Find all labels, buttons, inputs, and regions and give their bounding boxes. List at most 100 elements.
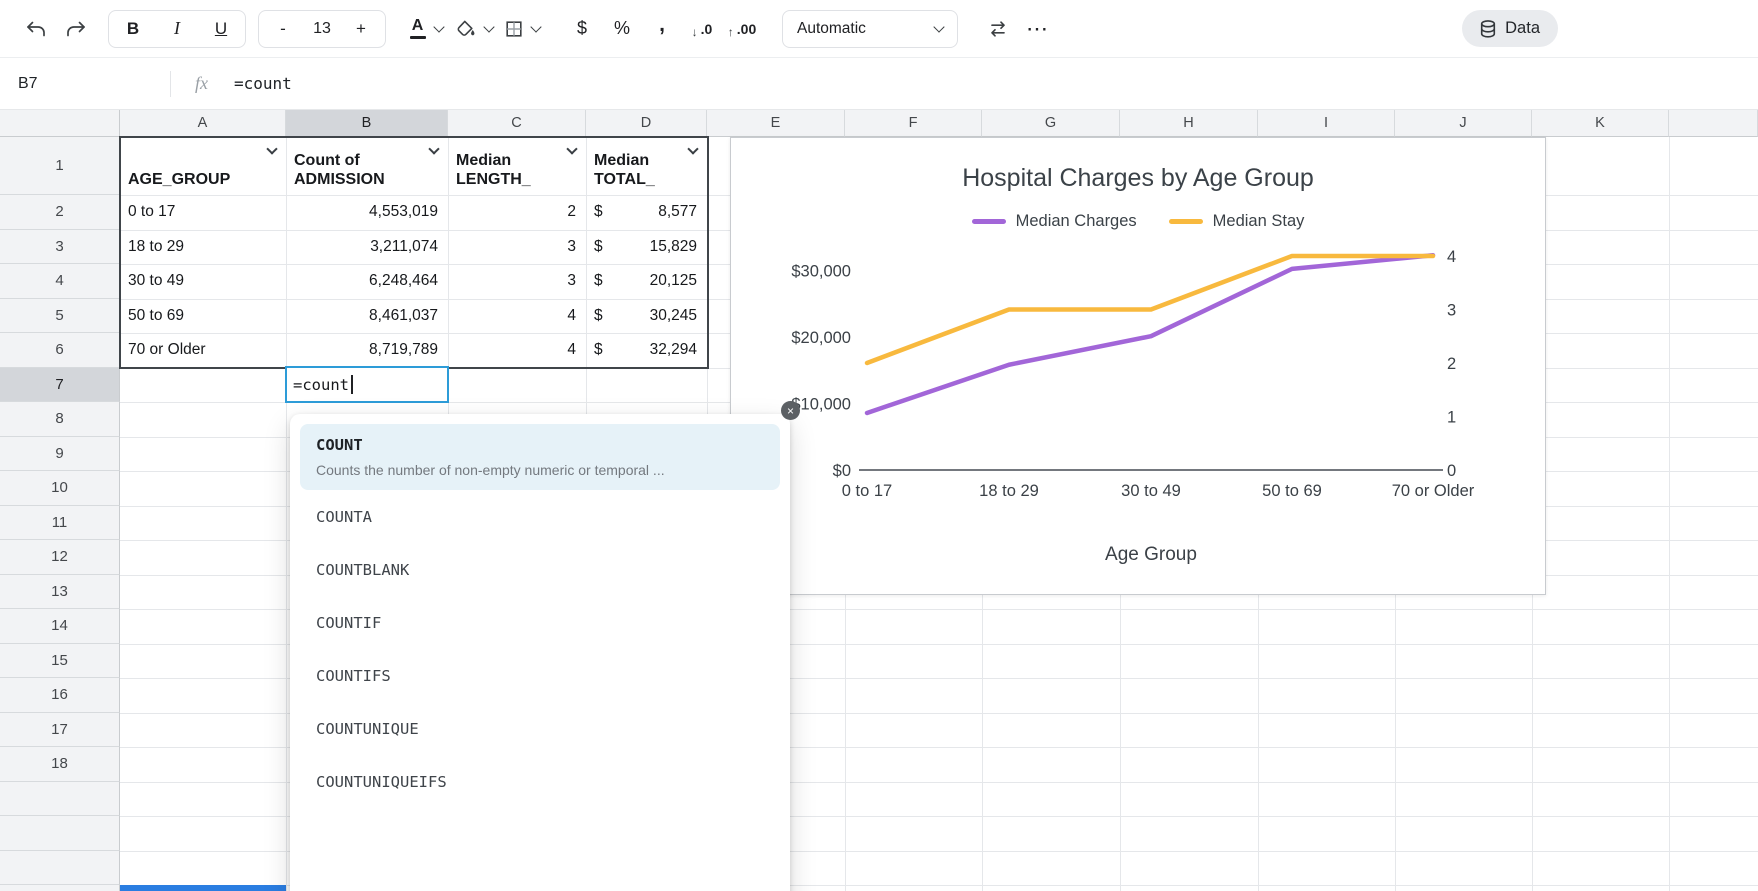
row-header-12[interactable]: 12 [0,540,120,575]
autocomplete-item[interactable]: COUNTIF [300,596,780,649]
column-header-G[interactable]: G [982,110,1120,137]
italic-button[interactable]: I [155,11,199,47]
column-header-E[interactable]: E [707,110,845,137]
column-header-H[interactable]: H [1120,110,1258,137]
table-cell-admissions[interactable]: 8,461,037 [286,299,448,334]
autocomplete-item[interactable]: COUNTUNIQUEIFS [300,755,780,808]
toolbar: B I U - 13 + A [0,0,1758,58]
table-cell-admissions[interactable]: 3,211,074 [286,230,448,265]
table-cell-age-group[interactable]: 70 or Older [120,333,286,368]
text-color-button[interactable]: A [406,11,446,47]
chevron-down-icon[interactable] [687,143,698,154]
decrease-font-size-button[interactable]: - [261,11,305,47]
thousands-separator-button[interactable]: , [642,11,682,47]
increase-font-size-button[interactable]: + [339,11,383,47]
convert-button[interactable] [978,11,1018,47]
table-cell-age-group[interactable]: 18 to 29 [120,230,286,265]
chevron-down-icon[interactable] [566,143,577,154]
increase-decimals-button[interactable]: ↑ .00 [722,11,762,47]
chart-panel[interactable]: Hospital Charges by Age Group Median Cha… [730,137,1546,595]
table-cell-median-length[interactable]: 3 [448,230,586,265]
cell-reference[interactable]: B7 [0,75,170,93]
table-cell-median-total[interactable]: $30,245 [586,299,707,334]
table-cell-age-group[interactable]: 0 to 17 [120,195,286,230]
table-cell-median-total[interactable]: $15,829 [586,230,707,265]
chevron-down-icon [483,21,494,32]
column-header-K[interactable]: K [1532,110,1669,137]
table-cell-age-group[interactable]: 30 to 49 [120,264,286,299]
font-size-value[interactable]: 13 [305,20,339,38]
row-header-2[interactable]: 2 [0,195,120,230]
column-header-A[interactable]: A [120,110,286,137]
row-header-4[interactable]: 4 [0,264,120,299]
close-icon[interactable]: × [781,401,800,420]
column-header-F[interactable]: F [845,110,982,137]
row-header-1[interactable]: 1 [0,137,120,195]
autocomplete-item[interactable]: COUNTIFS [300,649,780,702]
row-header-3[interactable]: 3 [0,230,120,265]
chevron-down-icon [933,21,944,32]
row-header-6[interactable]: 6 [0,333,120,368]
table-header-cell[interactable]: Count ofADMISSION [286,137,448,195]
autocomplete-item-selected[interactable]: COUNT Counts the number of non-empty num… [300,424,780,490]
autocomplete-item[interactable]: COUNTA [300,490,780,543]
undo-button[interactable] [16,11,56,47]
table-cell-median-length[interactable]: 4 [448,333,586,368]
table-cell-admissions[interactable]: 6,248,464 [286,264,448,299]
row-header-18[interactable]: 18 [0,747,120,782]
table-cell-age-group[interactable]: 50 to 69 [120,299,286,334]
row-header-8[interactable]: 8 [0,402,120,437]
more-options-button[interactable]: ⋯ [1018,11,1058,47]
row-header-14[interactable]: 14 [0,609,120,644]
currency-format-button[interactable]: $ [562,11,602,47]
chevron-down-icon[interactable] [266,143,277,154]
table-header-cell[interactable]: MedianTOTAL_ [586,137,707,195]
underline-button[interactable]: U [199,11,243,47]
autocomplete-item[interactable]: COUNTBLANK [300,543,780,596]
borders-button[interactable] [502,11,542,47]
table-header-cell[interactable]: AGE_GROUP [120,137,286,195]
percent-format-button[interactable]: % [602,11,642,47]
table-cell-median-length[interactable]: 4 [448,299,586,334]
redo-button[interactable] [56,11,96,47]
row-header-17[interactable]: 17 [0,713,120,748]
row-header-13[interactable]: 13 [0,575,120,610]
table-cell-median-total[interactable]: $32,294 [586,333,707,368]
row-header-7[interactable]: 7 [0,368,120,403]
database-icon [1480,20,1496,38]
formula-input[interactable]: =count [234,74,1758,93]
column-header-J[interactable]: J [1395,110,1532,137]
table-cell-median-total[interactable]: $8,577 [586,195,707,230]
table-cell-admissions[interactable]: 8,719,789 [286,333,448,368]
column-header-B[interactable]: B [286,110,448,137]
table-header-cell[interactable]: MedianLENGTH_ [448,137,586,195]
number-format-select[interactable]: Automatic [782,10,958,48]
row-header-16[interactable]: 16 [0,678,120,713]
active-cell[interactable]: =count [285,366,449,403]
row-header-15[interactable]: 15 [0,644,120,679]
table-cell-admissions[interactable]: 4,553,019 [286,195,448,230]
row-header-9[interactable]: 9 [0,437,120,472]
decrease-decimals-button[interactable]: ↓ .0 [682,11,722,47]
formula-autocomplete: × COUNT Counts the number of non-empty n… [290,414,790,891]
table-cell-median-length[interactable]: 3 [448,264,586,299]
bold-button[interactable]: B [111,11,155,47]
row-header-10[interactable]: 10 [0,471,120,506]
column-header-C[interactable]: C [448,110,586,137]
fill-color-button[interactable] [454,11,494,47]
sheet-grid[interactable]: Hospital Charges by Age Group Median Cha… [0,110,1758,891]
currency-symbol: $ [594,272,603,290]
column-header-D[interactable]: D [586,110,707,137]
currency-symbol: $ [594,341,603,359]
x-axis-title: Age Group [1105,544,1197,565]
table-cell-median-length[interactable]: 2 [448,195,586,230]
row-header-5[interactable]: 5 [0,299,120,334]
autocomplete-item[interactable]: COUNTUNIQUE [300,702,780,755]
row-header-11[interactable]: 11 [0,506,120,541]
table-cell-median-total[interactable]: $20,125 [586,264,707,299]
fx-icon: fx [195,73,208,94]
currency-value: 30,245 [650,307,697,325]
data-button[interactable]: Data [1462,10,1558,47]
column-header-I[interactable]: I [1258,110,1395,137]
chevron-down-icon[interactable] [428,143,439,154]
